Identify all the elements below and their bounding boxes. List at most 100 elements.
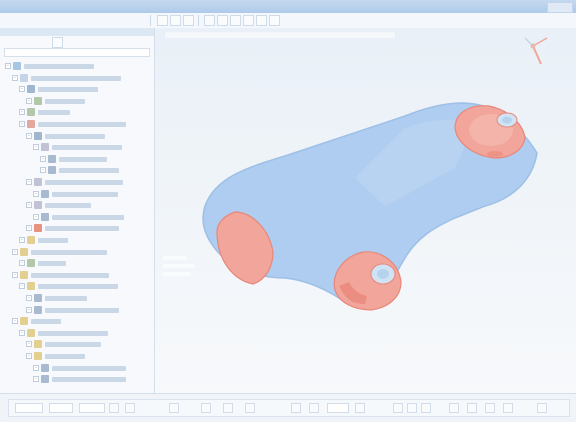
file-icon [20,73,28,82]
tree-item-label [38,87,98,93]
expand-toggle[interactable]: - [12,318,18,325]
arrow-down-icon[interactable] [109,403,119,413]
window-controls[interactable] [547,2,573,13]
expand-toggle[interactable]: - [33,190,39,197]
color-icon[interactable] [407,403,417,413]
expand-toggle[interactable]: - [19,237,25,243]
expand-toggle[interactable]: - [12,74,18,81]
bolt-hole-inner [377,269,389,279]
leaf-icon [27,259,35,268]
tree-item-label [31,272,109,278]
expand-toggle[interactable]: - [19,86,25,93]
status-field-3[interactable] [79,403,105,413]
expand-toggle[interactable]: - [26,353,32,359]
tree-item-label [45,226,119,232]
expand-toggle[interactable]: - [19,109,25,116]
tree-item-label [52,145,122,151]
settings-icon[interactable] [269,15,280,26]
tree-item-label [45,98,85,104]
tree-item-label [38,238,68,243]
filter-icon[interactable] [52,37,63,48]
expand-toggle[interactable]: - [19,329,25,336]
group-icon [41,143,49,152]
folder-icon [20,317,28,326]
expand-toggle[interactable]: - [26,97,32,104]
expand-toggle[interactable]: - [26,132,32,139]
tree-item-label [52,365,126,371]
expand-toggle[interactable]: - [26,341,32,348]
part-body[interactable] [202,102,538,311]
tree-item-label [45,354,85,359]
folder-icon [20,247,28,256]
folder-icon [27,236,35,244]
leaf-icon [34,96,42,105]
expand-toggle[interactable]: - [12,271,18,278]
expand-toggle[interactable]: - [40,167,46,174]
expand-toggle[interactable]: - [19,121,25,127]
expand-toggle[interactable]: - [33,364,39,371]
mesh-icon [41,363,49,372]
expand-toggle[interactable]: - [19,260,25,267]
tree-item-label [38,284,118,290]
expand-toggle[interactable]: - [26,225,32,232]
mesh-icon [41,212,49,221]
mesh-icon [41,189,49,198]
color-icon[interactable] [393,403,403,413]
grid-icon[interactable] [485,403,495,413]
tree-filter-dropdown[interactable] [4,48,150,57]
expand-toggle[interactable]: - [40,155,46,162]
pick-icon[interactable] [291,403,301,413]
view-iso-icon[interactable] [217,15,228,26]
tree-item-label [38,330,108,336]
mesh-icon[interactable] [230,15,241,26]
filter-icon[interactable] [449,403,459,413]
expand-toggle[interactable]: - [26,295,32,301]
expand-toggle[interactable]: - [26,306,32,313]
view-front-icon[interactable] [204,15,215,26]
edit-icon[interactable] [256,15,267,26]
save-icon[interactable] [183,15,194,26]
expand-toggle[interactable]: - [5,63,11,69]
model-tree-panel: ---------------------------- [0,28,155,393]
bolt-hole-inner [502,116,512,124]
step-forward-icon[interactable] [169,403,179,413]
bottom-toolbar [0,393,576,422]
nav-icon[interactable] [245,403,255,413]
toolbar-separator [198,15,199,26]
play-icon[interactable] [223,403,233,413]
expand-toggle[interactable]: - [26,202,32,209]
expand-toggle[interactable]: - [19,283,25,290]
status-field-1[interactable] [15,403,43,413]
expand-toggle[interactable]: - [33,213,39,220]
cad-model[interactable] [155,28,576,393]
expand-toggle[interactable]: - [26,179,32,185]
expand-toggle[interactable]: - [33,144,39,151]
color-icon[interactable] [421,403,431,413]
expand-toggle[interactable]: - [33,376,39,383]
status-field-4[interactable] [327,403,349,413]
tree-item-label [52,191,118,197]
gear-icon [34,131,42,140]
snap-icon[interactable] [503,403,513,413]
tree-item-label [24,64,94,69]
status-field-2[interactable] [49,403,73,413]
open-file-icon[interactable] [170,15,181,26]
fit-view-icon[interactable] [243,15,254,26]
3d-viewport[interactable] [155,28,576,393]
step-back-icon[interactable] [125,403,135,413]
select-icon[interactable] [355,403,365,413]
mesh-icon [48,166,56,175]
layers-icon[interactable] [467,403,477,413]
part-icon [27,120,35,128]
folder-icon [20,270,28,279]
tree-item-label [38,261,66,267]
new-file-icon[interactable] [157,15,168,26]
highlight-icon[interactable] [309,403,319,413]
stop-icon[interactable] [201,403,211,413]
tree-item-label [45,180,123,185]
tree-item-label [59,156,107,162]
gear-icon [27,85,35,94]
root-node-icon [13,62,21,70]
arrow-right-icon[interactable] [537,403,547,413]
expand-toggle[interactable]: - [12,248,18,255]
